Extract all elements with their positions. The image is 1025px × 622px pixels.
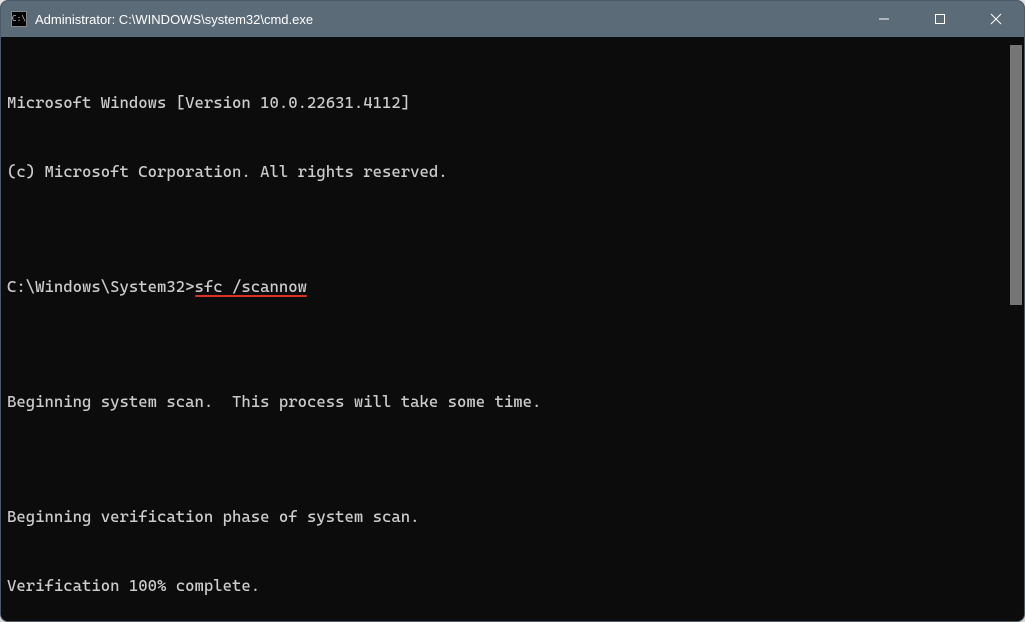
annotation-underline (195, 295, 308, 298)
terminal-body[interactable]: Microsoft Windows [Version 10.0.22631.41… (1, 37, 1024, 621)
prompt-text: C:\Windows\System32> (7, 277, 195, 296)
minimize-button[interactable] (856, 1, 912, 37)
maximize-button[interactable] (912, 1, 968, 37)
output-line: Beginning system scan. This process will… (7, 390, 1018, 413)
terminal-content: Microsoft Windows [Version 10.0.22631.41… (7, 45, 1018, 621)
output-line: Microsoft Windows [Version 10.0.22631.41… (7, 91, 1018, 114)
close-button[interactable] (968, 1, 1024, 37)
cmd-icon: C:\ (11, 11, 27, 27)
output-line: (c) Microsoft Corporation. All rights re… (7, 160, 1018, 183)
maximize-icon (934, 13, 946, 25)
command-text: sfc /scannow (195, 277, 308, 296)
titlebar[interactable]: C:\ Administrator: C:\WINDOWS\system32\c… (1, 1, 1024, 37)
close-icon (990, 13, 1002, 25)
output-line: Verification 100% complete. (7, 574, 1018, 597)
prompt-line: C:\Windows\System32>sfc /scannow (7, 275, 1018, 298)
output-line: Beginning verification phase of system s… (7, 505, 1018, 528)
window-title: Administrator: C:\WINDOWS\system32\cmd.e… (35, 12, 856, 27)
minimize-icon (878, 13, 890, 25)
cmd-window: C:\ Administrator: C:\WINDOWS\system32\c… (0, 0, 1025, 622)
window-controls (856, 1, 1024, 37)
